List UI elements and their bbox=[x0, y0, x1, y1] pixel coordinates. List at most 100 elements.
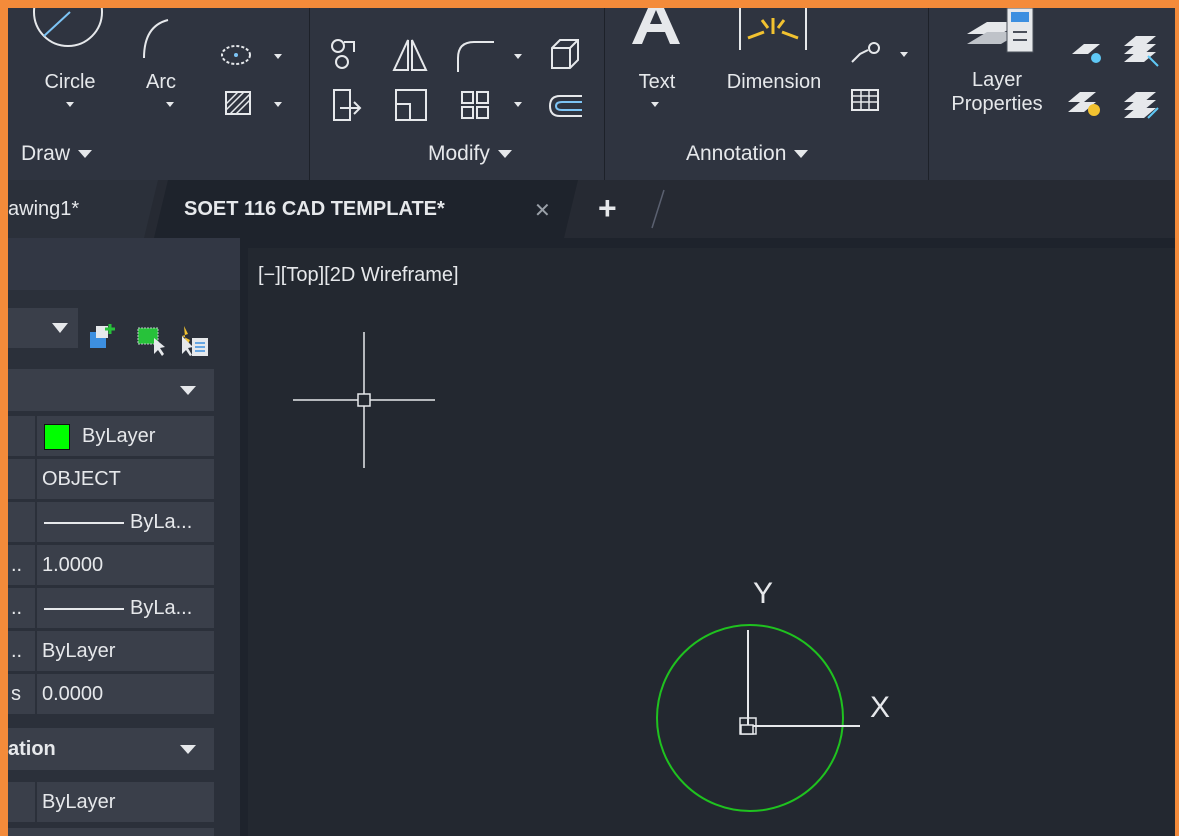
property-name-cell bbox=[8, 459, 35, 499]
panel-divider bbox=[309, 8, 310, 180]
property-value: ByLa... bbox=[130, 511, 193, 533]
copy-icon[interactable] bbox=[328, 32, 360, 74]
ucs-x-label: X bbox=[870, 691, 891, 724]
object-type-dropdown[interactable] bbox=[8, 308, 78, 348]
mirror-icon[interactable] bbox=[390, 38, 430, 74]
hatch-dropdown-caret[interactable] bbox=[274, 102, 282, 107]
leader-icon[interactable] bbox=[848, 38, 888, 66]
property-row-color[interactable]: ByLayer bbox=[8, 416, 218, 456]
layer-properties-label-line1: Layer bbox=[971, 69, 1023, 91]
autocad-window: Circle Arc Draw Modify Text Dimension An… bbox=[8, 8, 1175, 836]
property-row-linetype-scale[interactable]: .. 1.0000 bbox=[8, 545, 218, 585]
property-name-cell bbox=[8, 416, 35, 456]
draw-panel-title: Draw bbox=[21, 142, 71, 165]
text-dropdown-caret[interactable] bbox=[651, 102, 659, 107]
scale-icon[interactable] bbox=[394, 88, 430, 122]
chevron-down-icon bbox=[52, 323, 68, 333]
leader-dropdown-caret[interactable] bbox=[900, 52, 908, 57]
layer-properties-icon[interactable] bbox=[963, 8, 1045, 56]
property-row-linetype[interactable]: ByLa... bbox=[8, 502, 218, 542]
circle-icon[interactable] bbox=[26, 8, 110, 60]
properties-palette: ByLayer OBJECT ByLa... .. 1.0000 .. ByLa… bbox=[8, 238, 240, 836]
crosshair-cursor-icon bbox=[293, 332, 435, 468]
property-name-cell bbox=[8, 502, 35, 542]
3d-box-icon[interactable] bbox=[548, 38, 582, 72]
fillet-icon[interactable] bbox=[454, 38, 498, 74]
panel-divider bbox=[928, 8, 929, 180]
color-swatch bbox=[44, 424, 70, 450]
circle-button[interactable]: Circle bbox=[36, 70, 104, 94]
property-row-thickness[interactable]: s 0.0000 bbox=[8, 674, 218, 714]
chevron-down-icon bbox=[180, 386, 196, 395]
ellipse-icon[interactable] bbox=[218, 42, 258, 68]
annotation-panel-label[interactable]: Annotation bbox=[686, 142, 809, 166]
chevron-down-icon bbox=[180, 745, 196, 754]
lineweight-sample bbox=[44, 608, 124, 610]
layer-match-icon[interactable] bbox=[1122, 88, 1162, 124]
section-title: ation bbox=[8, 738, 56, 760]
chevron-down-icon bbox=[794, 150, 809, 159]
property-name: .. bbox=[11, 597, 23, 619]
property-name-cell: s bbox=[8, 674, 35, 714]
property-name: .. bbox=[11, 640, 23, 662]
layer-freeze-icon[interactable] bbox=[1066, 90, 1106, 124]
array-icon[interactable] bbox=[460, 90, 492, 120]
file-tab-bar: awing1* SOET 116 CAD TEMPLATE* ✕ + bbox=[8, 180, 1175, 238]
drawing-canvas bbox=[293, 332, 860, 812]
draw-panel-label[interactable]: Draw bbox=[21, 142, 93, 166]
quick-select-icon[interactable] bbox=[178, 324, 210, 358]
property-row-lineweight[interactable]: .. ByLa... bbox=[8, 588, 218, 628]
chevron-down-icon bbox=[497, 150, 512, 159]
property-name-cell: .. bbox=[8, 588, 35, 628]
layer-properties-button[interactable]: Layer Properties bbox=[936, 68, 1058, 116]
toggle-pickadd-icon[interactable] bbox=[88, 322, 118, 352]
array-dropdown-caret[interactable] bbox=[514, 102, 522, 107]
dimension-icon[interactable] bbox=[734, 8, 812, 52]
stretch-icon[interactable] bbox=[330, 88, 366, 122]
offset-icon[interactable] bbox=[548, 92, 584, 120]
fillet-dropdown-caret[interactable] bbox=[514, 54, 522, 59]
close-tab-icon[interactable]: ✕ bbox=[534, 198, 551, 223]
ellipse-dropdown-caret[interactable] bbox=[274, 54, 282, 59]
ribbon: Circle Arc Draw Modify Text Dimension An… bbox=[8, 8, 1175, 180]
tab-drawing1[interactable]: awing1* bbox=[8, 198, 79, 221]
property-value: ByLa... bbox=[130, 597, 193, 619]
text-button[interactable]: Text bbox=[630, 70, 684, 94]
property-name-cell bbox=[8, 782, 35, 822]
layer-isolate-icon[interactable] bbox=[1122, 32, 1162, 68]
property-value: ByLayer bbox=[42, 791, 116, 813]
property-name: s bbox=[11, 683, 21, 705]
dimension-button[interactable]: Dimension bbox=[706, 70, 842, 94]
property-value: ByLayer bbox=[42, 640, 116, 662]
select-objects-icon[interactable] bbox=[136, 326, 168, 356]
palette-header bbox=[8, 238, 240, 290]
modify-panel-title: Modify bbox=[428, 142, 490, 165]
table-icon[interactable] bbox=[850, 88, 880, 112]
property-row-material[interactable]: ByLayer bbox=[8, 782, 218, 822]
chevron-down-icon bbox=[78, 150, 93, 159]
text-icon[interactable] bbox=[626, 8, 686, 46]
new-tab-button[interactable]: + bbox=[598, 190, 617, 227]
property-value: 1.0000 bbox=[42, 554, 104, 576]
next-section-stub bbox=[8, 828, 214, 836]
modify-panel-label[interactable]: Modify bbox=[428, 142, 512, 166]
property-row-layer[interactable]: OBJECT bbox=[8, 459, 218, 499]
visualization-section-header[interactable]: ation bbox=[8, 728, 214, 770]
property-name-cell: .. bbox=[8, 545, 35, 585]
hatch-icon[interactable] bbox=[222, 90, 256, 116]
property-value: OBJECT bbox=[42, 468, 121, 490]
layer-off-icon[interactable] bbox=[1070, 38, 1110, 68]
property-row-transparency[interactable]: .. ByLayer bbox=[8, 631, 218, 671]
arc-button[interactable]: Arc bbox=[138, 70, 184, 94]
property-value: ByLayer bbox=[82, 425, 156, 447]
arc-icon[interactable] bbox=[138, 18, 174, 62]
arc-dropdown-caret[interactable] bbox=[166, 102, 174, 107]
general-section-header[interactable] bbox=[8, 369, 214, 411]
drawing-viewport[interactable]: [−][Top][2D Wireframe] Y X bbox=[248, 248, 1175, 836]
annotation-panel-title: Annotation bbox=[686, 142, 787, 165]
panel-divider bbox=[604, 8, 605, 180]
circle-dropdown-caret[interactable] bbox=[66, 102, 74, 107]
tab-soet-116-cad-template[interactable]: SOET 116 CAD TEMPLATE* bbox=[184, 198, 445, 221]
linetype-sample bbox=[44, 522, 124, 524]
layer-properties-label-line2: Properties bbox=[951, 93, 1043, 115]
